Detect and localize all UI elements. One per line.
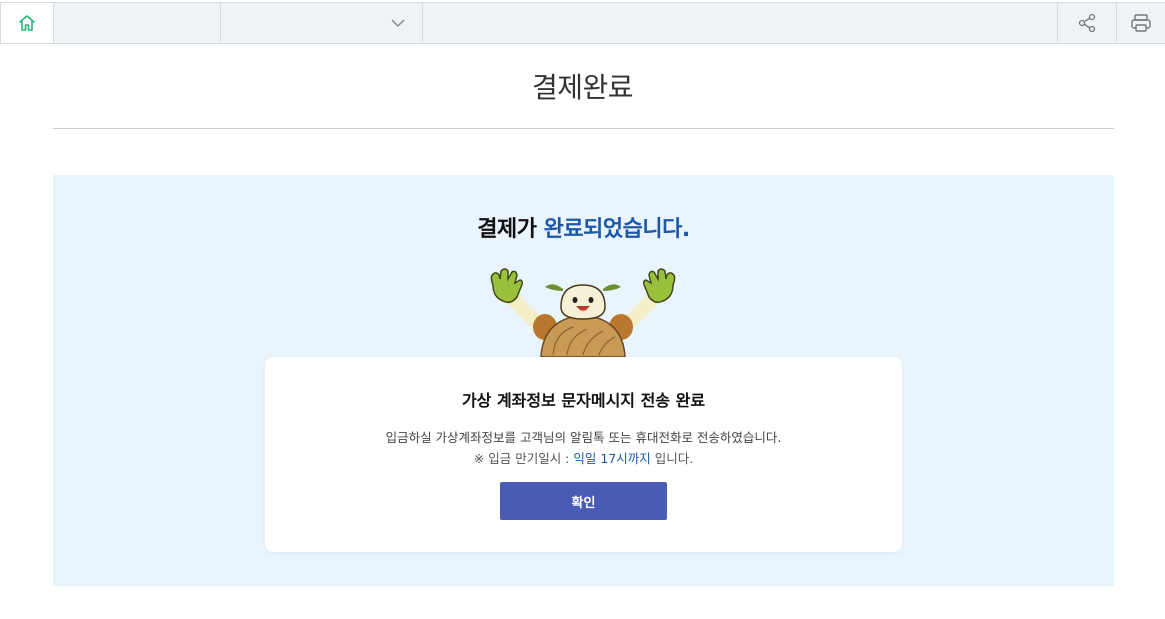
share-button[interactable]	[1057, 3, 1117, 43]
top-navigation-bar	[0, 2, 1165, 44]
print-button[interactable]	[1117, 3, 1165, 43]
page-title: 결제완료	[531, 71, 634, 104]
card-title: 가상 계좌정보 문자메시지 전송 완료	[461, 391, 706, 410]
payment-result-panel: 결제가 완료되었습니다. 가상 계좌정보 문자메시지 전송 완료 입금하실 가상…	[53, 175, 1114, 586]
headline-accent: 완료되었습니다.	[543, 217, 691, 242]
headline-prefix: 결제가	[477, 217, 544, 242]
home-button[interactable]	[0, 3, 54, 43]
title-divider	[53, 128, 1114, 129]
card-description: 입금하실 가상계좌정보를 고객님의 알림톡 또는 휴대전화로 전송하였습니다.	[385, 430, 782, 445]
note-deadline: 익일 17시까지	[573, 451, 651, 466]
notification-card: 가상 계좌정보 문자메시지 전송 완료 입금하실 가상계좌정보를 고객님의 알림…	[265, 357, 902, 552]
tree-mascot-illustration	[490, 268, 676, 357]
breadcrumb-level-1[interactable]	[54, 3, 221, 43]
breadcrumb-level-2-dropdown[interactable]	[221, 3, 423, 43]
print-icon	[1131, 14, 1151, 32]
note-suffix: 입니다.	[650, 451, 694, 466]
home-icon	[19, 15, 35, 31]
confirm-button[interactable]: 확인	[500, 482, 667, 520]
share-icon	[1078, 13, 1096, 33]
chevron-down-icon	[391, 19, 405, 28]
note-prefix: ※ 입금 만기일시 :	[473, 451, 574, 466]
result-headline: 결제가 완료되었습니다.	[53, 211, 1114, 243]
deposit-deadline-note: ※ 입금 만기일시 : 익일 17시까지 입니다.	[265, 448, 902, 467]
